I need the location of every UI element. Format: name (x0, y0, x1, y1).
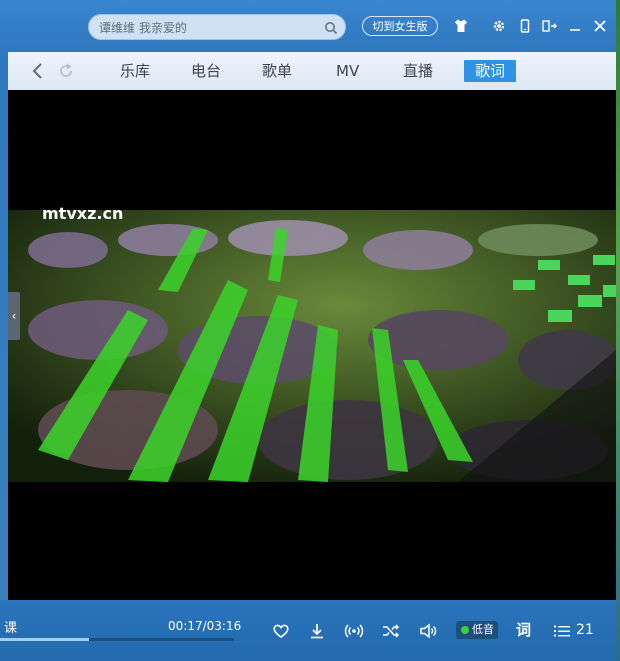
tab-lyrics[interactable]: 歌词 (464, 60, 517, 82)
skin-icon[interactable] (451, 16, 471, 36)
tab-playlists[interactable]: 歌单 (262, 60, 292, 82)
video-player[interactable]: mtvxz.cn (8, 90, 616, 600)
search-icon[interactable] (324, 20, 338, 35)
tab-radio[interactable]: 电台 (191, 60, 221, 82)
title-bar: 谭维维 我亲爱的 切到女生版 (0, 0, 616, 52)
status-dot-icon (461, 626, 469, 634)
search-input[interactable]: 谭维维 我亲爱的 (99, 19, 187, 36)
download-icon[interactable] (307, 621, 327, 641)
sound-quality-toggle[interactable]: 低音 (456, 621, 498, 639)
tab-mv[interactable]: MV (336, 60, 359, 82)
heart-icon[interactable] (271, 621, 291, 641)
volume-icon[interactable] (418, 621, 438, 641)
minimize-icon[interactable] (565, 16, 585, 36)
nav-bar: 乐库 电台 歌单 MV 直播 歌词 (8, 52, 616, 91)
video-frame (8, 210, 616, 482)
left-sidebar-edge (0, 52, 8, 600)
mini-mode-icon[interactable] (539, 16, 559, 36)
refresh-icon[interactable] (56, 61, 76, 81)
desktop-background (616, 0, 620, 661)
music-player-window: 谭维维 我亲爱的 切到女生版 乐库 电台 歌单 MV 直播 歌词 mtvxz.c… (0, 0, 616, 661)
playlist-icon[interactable] (552, 621, 572, 641)
shuffle-icon[interactable] (381, 621, 401, 641)
expand-sidebar-handle[interactable]: ‹ (8, 292, 20, 340)
settings-icon[interactable] (489, 16, 509, 36)
broadcast-icon[interactable] (344, 621, 364, 641)
close-icon[interactable] (590, 16, 610, 36)
switch-version-button[interactable]: 切到女生版 (362, 16, 438, 36)
back-arrow-icon[interactable] (28, 61, 48, 81)
search-box[interactable]: 谭维维 我亲爱的 (88, 14, 346, 40)
sound-quality-label: 低音 (472, 623, 494, 636)
tab-live[interactable]: 直播 (403, 60, 433, 82)
progress-fill (0, 638, 89, 641)
now-playing-title: 课 (4, 621, 18, 636)
tab-music-library[interactable]: 乐库 (120, 60, 150, 82)
mobile-icon[interactable] (515, 16, 535, 36)
playback-time: 00:17/03:16 (168, 619, 242, 633)
playlist-count: 21 (576, 622, 594, 638)
progress-bar[interactable] (0, 638, 234, 641)
desktop-lyrics-button[interactable]: 词 (516, 619, 531, 640)
player-control-bar: 课 00:17/03:16 低音 词 21 (0, 600, 616, 661)
video-watermark: mtvxz.cn (42, 204, 124, 223)
